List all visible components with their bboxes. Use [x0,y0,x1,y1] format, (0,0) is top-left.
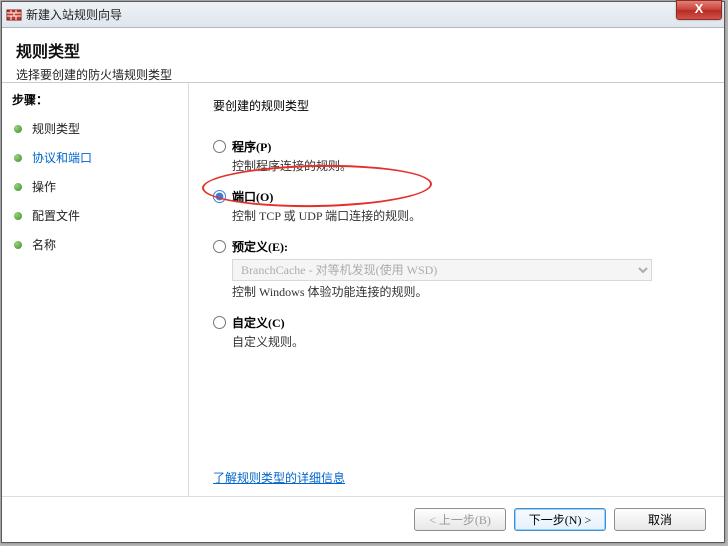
option-desc: 控制 TCP 或 UDP 端口连接的规则。 [232,207,700,224]
footer: < 上一步(B) 下一步(N) > 取消 [2,496,724,542]
radio-program[interactable] [213,140,226,153]
page-subtitle: 选择要创建的防火墙规则类型 [16,66,710,83]
step-profile[interactable]: 配置文件 [12,201,178,230]
firewall-icon [6,7,22,23]
steps-heading: 步骤： [12,91,178,108]
option-desc: 控制程序连接的规则。 [232,157,700,174]
option-title: 程序(P) [232,138,271,155]
bullet-icon [14,212,22,220]
option-desc: 自定义规则。 [232,333,700,350]
close-button[interactable]: X [676,0,722,20]
step-rule-type[interactable]: 规则类型 [12,114,178,143]
sidebar: 步骤： 规则类型 协议和端口 操作 配置文件 名称 [2,83,188,496]
radio-program-row[interactable]: 程序(P) [213,138,700,155]
wizard-window: 新建入站规则向导 X 规则类型 选择要创建的防火墙规则类型 步骤： 规则类型 协… [1,1,725,543]
next-button[interactable]: 下一步(N) > [514,508,606,531]
option-title: 端口(O) [232,188,273,205]
step-label: 名称 [32,236,56,253]
step-label: 规则类型 [32,120,80,137]
step-protocol-port[interactable]: 协议和端口 [12,143,178,172]
option-title: 自定义(C) [232,314,285,331]
bullet-icon [14,125,22,133]
step-label: 配置文件 [32,207,80,224]
predefined-select: BranchCache - 对等机发现(使用 WSD) [232,259,652,281]
main-panel: 要创建的规则类型 程序(P) 控制程序连接的规则。 端口(O) 控制 TCP 或… [188,83,724,496]
option-port: 端口(O) 控制 TCP 或 UDP 端口连接的规则。 [213,188,700,224]
cancel-button[interactable]: 取消 [614,508,706,531]
step-action[interactable]: 操作 [12,172,178,201]
option-desc: 控制 Windows 体验功能连接的规则。 [232,283,700,300]
option-program: 程序(P) 控制程序连接的规则。 [213,138,700,174]
radio-custom[interactable] [213,316,226,329]
learn-more-link[interactable]: 了解规则类型的详细信息 [213,469,345,486]
radio-custom-row[interactable]: 自定义(C) [213,314,700,331]
radio-predefined-row[interactable]: 预定义(E): [213,238,700,255]
radio-port[interactable] [213,190,226,203]
bullet-icon [14,183,22,191]
radio-port-row[interactable]: 端口(O) [213,188,700,205]
bullet-icon [14,241,22,249]
bullet-icon [14,154,22,162]
radio-predefined[interactable] [213,240,226,253]
option-title: 预定义(E): [232,238,288,255]
prompt-text: 要创建的规则类型 [213,97,700,114]
option-predefined: 预定义(E): BranchCache - 对等机发现(使用 WSD) 控制 W… [213,238,700,300]
window-title: 新建入站规则向导 [26,6,122,23]
option-custom: 自定义(C) 自定义规则。 [213,314,700,350]
back-button: < 上一步(B) [414,508,506,531]
step-label: 协议和端口 [32,149,92,166]
page-title: 规则类型 [16,38,710,62]
step-name[interactable]: 名称 [12,230,178,259]
titlebar: 新建入站规则向导 X [2,2,724,28]
step-label: 操作 [32,178,56,195]
